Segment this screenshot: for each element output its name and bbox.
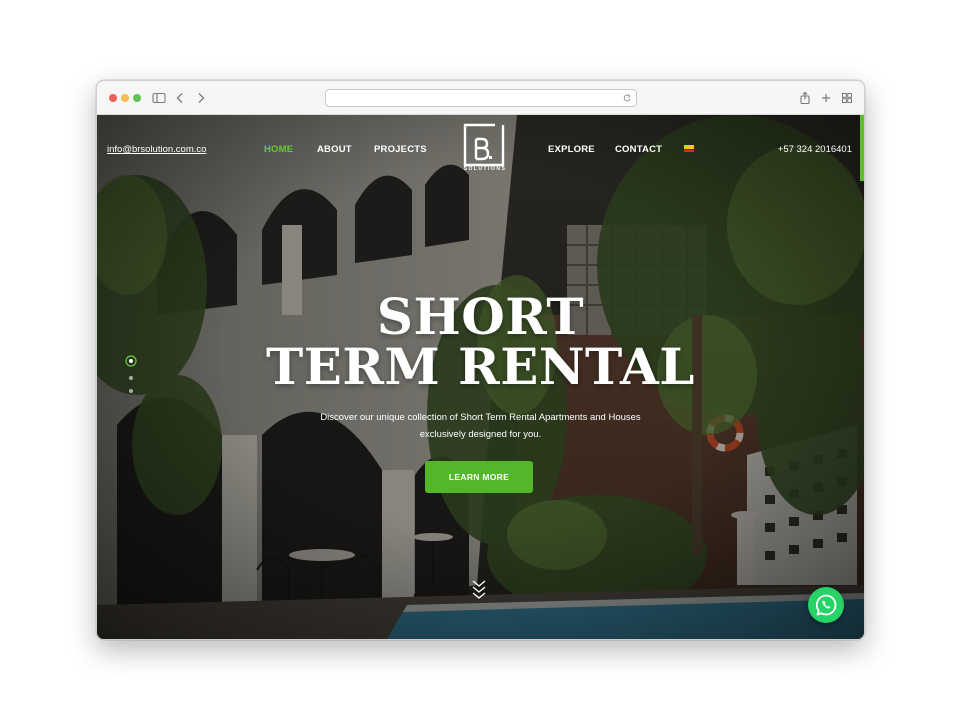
email-link[interactable]: info@brsolution.com.co: [107, 144, 206, 155]
hero-subtitle-line-1: Discover our unique collection of Short …: [320, 412, 641, 423]
nav-home[interactable]: HOME: [264, 144, 293, 155]
logo-label: SOLUTIONS: [463, 166, 507, 172]
minimize-window-button[interactable]: [121, 94, 129, 102]
hero-subtitle: Discover our unique collection of Short …: [287, 409, 674, 443]
phone-number[interactable]: +57 324 2016401: [778, 144, 852, 155]
new-tab-icon[interactable]: [818, 90, 834, 106]
hero-title-line-2: TERM RENTAL: [266, 337, 695, 396]
colombia-flag-icon[interactable]: [684, 145, 694, 152]
hero-title-line-1: SHORT: [376, 287, 585, 346]
browser-window: info@brsolution.com.co HOME ABOUT PROJEC…: [96, 80, 865, 640]
nav-explore[interactable]: EXPLORE: [548, 144, 595, 155]
close-window-button[interactable]: [109, 94, 117, 102]
address-bar[interactable]: [325, 89, 637, 107]
forward-icon[interactable]: [193, 90, 209, 106]
hero-subtitle-line-2: exclusively designed for you.: [419, 429, 542, 440]
page-viewport: info@brsolution.com.co HOME ABOUT PROJEC…: [97, 115, 864, 639]
page-scrollbar[interactable]: [860, 115, 864, 181]
tab-overview-icon[interactable]: [839, 90, 855, 106]
scroll-down-icon[interactable]: [471, 578, 487, 600]
reload-icon[interactable]: [622, 93, 632, 103]
whatsapp-icon: [815, 594, 837, 616]
whatsapp-button[interactable]: [808, 587, 844, 623]
back-icon[interactable]: [172, 90, 188, 106]
nav-projects[interactable]: PROJECTS: [374, 144, 427, 155]
nav-contact[interactable]: CONTACT: [615, 144, 662, 155]
learn-more-button[interactable]: LEARN MORE: [425, 461, 533, 493]
browser-toolbar: [97, 81, 864, 115]
sidebar-icon[interactable]: [151, 90, 167, 106]
share-icon[interactable]: [797, 90, 813, 106]
zoom-window-button[interactable]: [133, 94, 141, 102]
nav-about[interactable]: ABOUT: [317, 144, 352, 155]
